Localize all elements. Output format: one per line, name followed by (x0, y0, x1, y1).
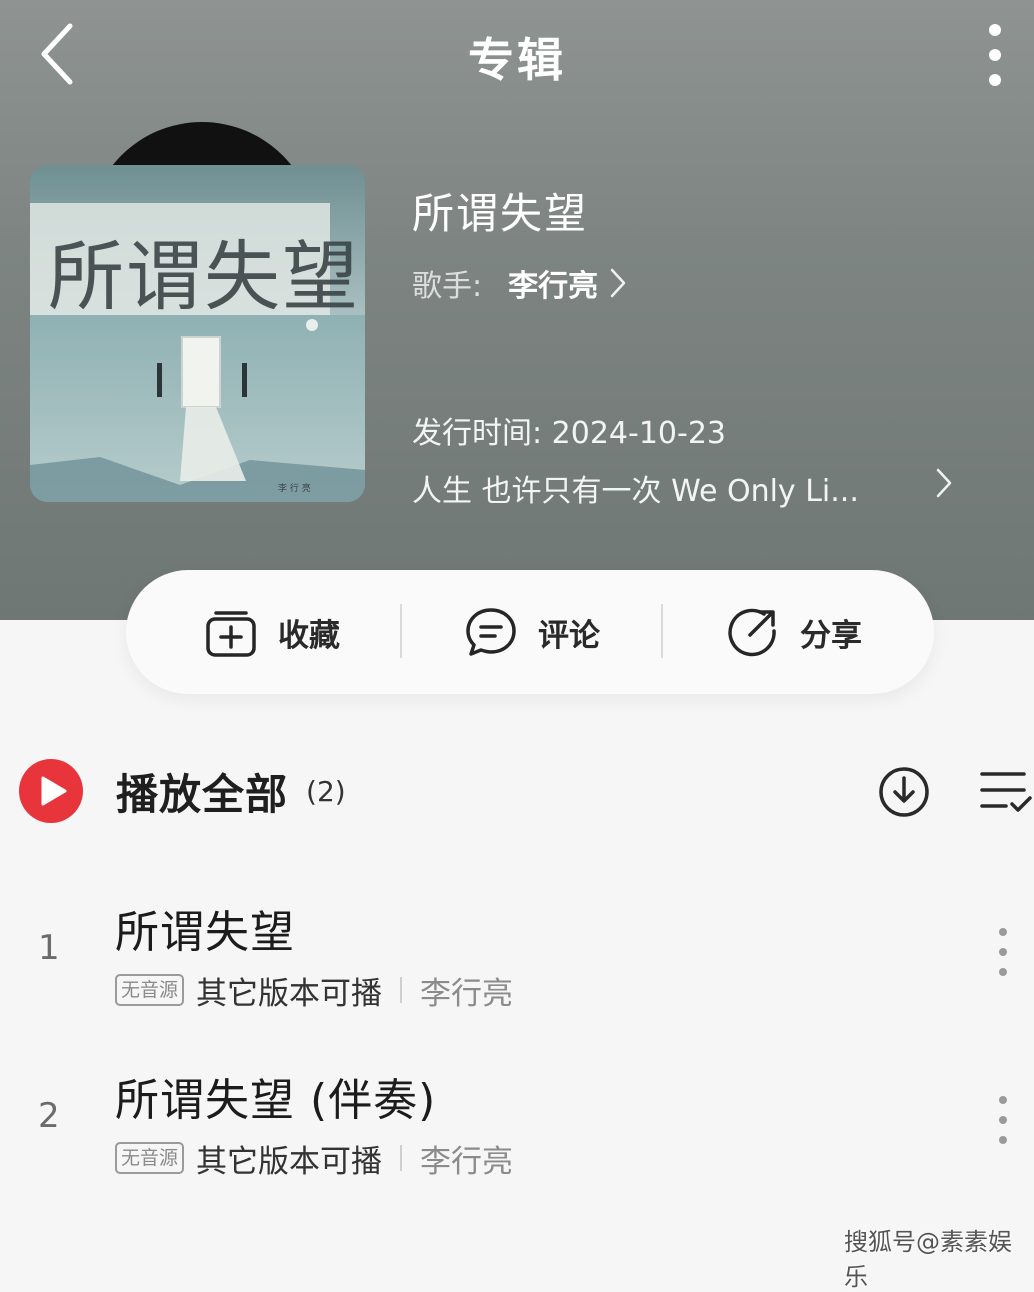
vertical-dots-icon (989, 24, 1001, 86)
album-title: 所谓失望 (412, 189, 589, 238)
song-note: 其它版本可播 (196, 1143, 383, 1180)
action-divider (400, 604, 402, 658)
cover-credit-text: 李 行 亮 (278, 482, 311, 494)
album-description: 人生 也许只有一次 We Only Li... (412, 474, 859, 509)
page-title: 专辑 (468, 33, 566, 87)
album-description-link[interactable]: 人生 也许只有一次 We Only Li... (412, 460, 972, 510)
vertical-dots-icon (999, 928, 1007, 976)
download-icon (879, 767, 929, 817)
play-circle-icon (19, 759, 83, 823)
add-to-collection-icon (206, 611, 256, 657)
comment-button[interactable]: 评论 (464, 570, 600, 694)
share-button[interactable]: 分享 (726, 570, 862, 694)
artist-link[interactable]: 歌手: 李行亮 (412, 258, 628, 308)
chevron-right-icon (610, 268, 626, 298)
download-all-button[interactable] (876, 764, 932, 820)
meta-divider (400, 1145, 403, 1171)
multi-select-button[interactable] (978, 766, 1034, 816)
song-row[interactable]: 2 所谓失望 (伴奏) 无音源 其它版本可播 李行亮 (0, 1046, 1034, 1196)
song-artist: 李行亮 (420, 1143, 514, 1180)
action-divider (661, 604, 663, 658)
top-bar: 专辑 (0, 0, 1034, 110)
song-row[interactable]: 1 所谓失望 无音源 其它版本可播 李行亮 (0, 878, 1034, 1028)
release-label: 发行时间: (412, 416, 543, 451)
song-meta: 无音源 其它版本可播 李行亮 (115, 1138, 514, 1180)
release-info: 发行时间: 2024-10-23 (412, 408, 726, 452)
song-title: 所谓失望 (伴奏) (115, 1075, 437, 1126)
song-index: 1 (38, 928, 60, 968)
watermark: 搜狐号@素素娱乐 (844, 1228, 1012, 1291)
no-source-badge: 无音源 (115, 1142, 185, 1174)
comment-label: 评论 (538, 617, 600, 654)
share-label: 分享 (800, 617, 862, 654)
play-all-label: 播放全部 (116, 769, 289, 819)
song-note: 其它版本可播 (196, 975, 383, 1012)
song-more-button[interactable] (986, 918, 1020, 992)
song-more-button[interactable] (986, 1086, 1020, 1160)
meta-divider (400, 977, 403, 1003)
song-meta: 无音源 其它版本可播 李行亮 (115, 970, 514, 1012)
collect-button[interactable]: 收藏 (204, 570, 340, 694)
share-arrow-icon (728, 608, 776, 657)
multi-select-icon (980, 772, 1032, 812)
song-count: (2) (306, 774, 346, 808)
collect-label: 收藏 (278, 617, 340, 654)
artist-label: 歌手: (412, 269, 483, 304)
no-source-badge: 无音源 (115, 974, 185, 1006)
artist-name: 李行亮 (508, 269, 599, 304)
vertical-dots-icon (999, 1096, 1007, 1144)
song-title: 所谓失望 (115, 907, 295, 958)
cover-title-text: 所谓失望 (48, 232, 360, 321)
chevron-right-icon (936, 468, 952, 498)
album-cover[interactable]: 所谓失望 李 行 亮 (30, 165, 365, 502)
more-options-button[interactable] (970, 18, 1020, 92)
play-all-button[interactable]: 播放全部 (2) (18, 755, 346, 827)
song-artist: 李行亮 (420, 975, 514, 1012)
album-actions-card: 收藏 评论 分享 (126, 570, 934, 694)
song-index: 2 (38, 1096, 60, 1136)
comment-bubble-icon (466, 608, 516, 656)
release-date: 2024-10-23 (551, 416, 727, 451)
